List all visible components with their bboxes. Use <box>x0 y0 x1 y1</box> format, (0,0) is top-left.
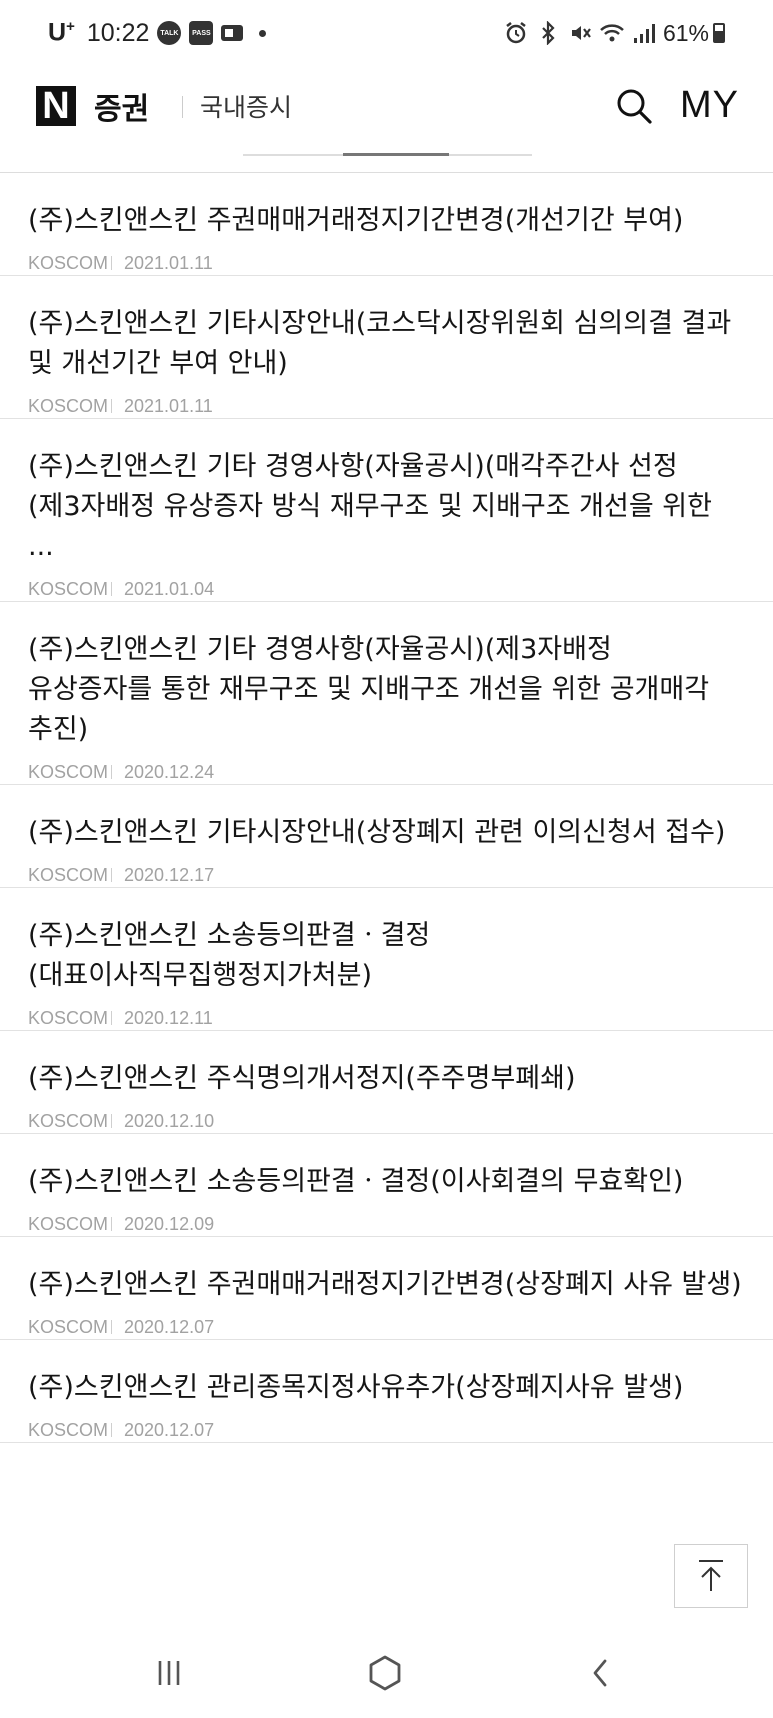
item-title: (주)스킨앤스킨 기타시장안내(코스닥시장위원회 심의의결 결과 및 개선기간 … <box>28 308 732 379</box>
item-date: 2020.12.07 <box>124 1419 215 1440</box>
search-icon <box>617 89 652 124</box>
scroll-to-top-button[interactable] <box>674 1544 748 1608</box>
vibrate-mute-icon <box>567 20 593 46</box>
system-nav-bar <box>0 1628 773 1718</box>
arrow-up-icon <box>699 1560 723 1591</box>
item-title: (주)스킨앤스킨 소송등의판결ㆍ결정(대표이사직무집행정지가처분) <box>28 920 431 991</box>
item-source: KOSCOM <box>28 1110 109 1131</box>
naver-logo[interactable]: N <box>36 86 76 126</box>
item-title: (주)스킨앤스킨 기타 경영사항(자율공시)(매각주간사 선정(제3자배정 유상… <box>28 451 712 562</box>
item-date: 2020.12.07 <box>124 1316 215 1337</box>
clock: 10:22 <box>86 18 150 47</box>
item-meta: KOSCOM 2021.01.11 <box>28 394 743 418</box>
disclosure-list: (주)스킨앤스킨 주권매매거래정지기간변경(개선기간 부여) KOSCOM 202… <box>0 173 773 1443</box>
pass-notification-icon: PASS <box>189 21 214 45</box>
header-divider <box>182 96 183 118</box>
item-meta: KOSCOM 2020.12.09 <box>28 1212 743 1236</box>
message-notification-icon <box>219 20 245 46</box>
item-title: (주)스킨앤스킨 주권매매거래정지기간변경(개선기간 부여) <box>28 205 684 236</box>
item-date: 2020.12.10 <box>124 1110 215 1131</box>
list-item[interactable]: (주)스킨앤스킨 소송등의판결ㆍ결정(이사회결의 무효확인) KOSCOM 202… <box>0 1134 773 1237</box>
carrier-label: U+ <box>48 18 75 47</box>
list-item[interactable]: (주)스킨앤스킨 소송등의판결ㆍ결정(대표이사직무집행정지가처분) KOSCOM… <box>0 888 773 1031</box>
list-item[interactable]: (주)스킨앤스킨 기타 경영사항(자율공시)(매각주간사 선정(제3자배정 유상… <box>0 419 773 602</box>
meta-divider <box>111 1423 113 1437</box>
signal-icon <box>631 20 657 46</box>
list-item[interactable]: (주)스킨앤스킨 관리종목지정사유추가(상장폐지사유 발생) KOSCOM 202… <box>0 1340 773 1443</box>
item-meta: KOSCOM 2020.12.11 <box>28 1006 743 1030</box>
recent-apps-icon <box>158 1661 180 1685</box>
item-meta: KOSCOM 2020.12.24 <box>28 760 743 784</box>
list-item[interactable]: (주)스킨앤스킨 기타시장안내(코스닥시장위원회 심의의결 결과 및 개선기간 … <box>0 276 773 419</box>
item-meta: KOSCOM 2020.12.17 <box>28 863 743 887</box>
item-source: KOSCOM <box>28 761 109 782</box>
more-notifications-dot <box>259 29 267 37</box>
meta-divider <box>111 765 113 779</box>
item-source: KOSCOM <box>28 1007 109 1028</box>
item-date: 2021.01.11 <box>124 252 213 273</box>
item-date: 2020.12.24 <box>124 761 215 782</box>
back-button[interactable] <box>576 1650 626 1696</box>
alarm-icon <box>503 20 529 46</box>
item-meta: KOSCOM 2021.01.04 <box>28 577 743 601</box>
status-bar: U+ 10:22 TALK PASS 61% <box>0 0 773 64</box>
app-header: N 증권 국내증시 MY <box>0 64 773 156</box>
recent-apps-button[interactable] <box>144 1650 194 1696</box>
meta-divider <box>111 1114 113 1128</box>
service-name[interactable]: 증권 <box>94 84 149 128</box>
status-bar-left: U+ 10:22 TALK PASS <box>48 16 267 50</box>
item-title: (주)스킨앤스킨 기타시장안내(상장폐지 관련 이의신청서 접수) <box>28 817 726 848</box>
item-date: 2021.01.04 <box>124 578 215 599</box>
list-item[interactable]: (주)스킨앤스킨 주권매매거래정지기간변경(개선기간 부여) KOSCOM 202… <box>0 173 773 276</box>
item-date: 2020.12.11 <box>124 1007 213 1028</box>
meta-divider <box>111 1011 113 1025</box>
battery-icon <box>713 23 725 43</box>
item-source: KOSCOM <box>28 864 109 885</box>
item-title: (주)스킨앤스킨 주식명의개서정지(주주명부폐쇄) <box>28 1063 576 1094</box>
kakaotalk-notification-icon: TALK <box>157 21 182 45</box>
item-meta: KOSCOM 2021.01.11 <box>28 251 743 275</box>
meta-divider <box>111 868 113 882</box>
bluetooth-icon <box>535 20 561 46</box>
search-button[interactable] <box>614 86 654 126</box>
item-title: (주)스킨앤스킨 소송등의판결ㆍ결정(이사회결의 무효확인) <box>28 1166 684 1197</box>
item-source: KOSCOM <box>28 1316 109 1337</box>
my-button[interactable]: MY <box>680 84 739 127</box>
back-icon <box>593 1659 607 1687</box>
meta-divider <box>111 582 113 596</box>
list-item[interactable]: (주)스킨앤스킨 주식명의개서정지(주주명부폐쇄) KOSCOM 2020.12.… <box>0 1031 773 1134</box>
item-title: (주)스킨앤스킨 관리종목지정사유추가(상장폐지사유 발생) <box>28 1372 684 1403</box>
item-date: 2020.12.09 <box>124 1213 215 1234</box>
wifi-icon <box>599 20 625 46</box>
item-source: KOSCOM <box>28 578 109 599</box>
battery-percent: 61% <box>662 19 709 46</box>
meta-divider <box>111 256 113 270</box>
item-meta: KOSCOM 2020.12.10 <box>28 1109 743 1133</box>
section-title[interactable]: 국내증시 <box>200 88 292 124</box>
tab-scroll-thumb <box>343 153 449 156</box>
home-icon <box>369 1655 401 1691</box>
item-title: (주)스킨앤스킨 기타 경영사항(자율공시)(제3자배정 유상증자를 통한 재무… <box>28 634 710 745</box>
meta-divider <box>111 1320 113 1334</box>
list-item[interactable]: (주)스킨앤스킨 기타 경영사항(자율공시)(제3자배정 유상증자를 통한 재무… <box>0 602 773 785</box>
item-meta: KOSCOM 2020.12.07 <box>28 1418 743 1442</box>
list-item[interactable]: (주)스킨앤스킨 기타시장안내(상장폐지 관련 이의신청서 접수) KOSCOM… <box>0 785 773 888</box>
item-meta: KOSCOM 2020.12.07 <box>28 1315 743 1339</box>
item-date: 2020.12.17 <box>124 864 215 885</box>
meta-divider <box>111 399 113 413</box>
item-date: 2021.01.11 <box>124 395 213 416</box>
item-source: KOSCOM <box>28 395 109 416</box>
status-bar-right: 61% <box>497 16 725 50</box>
home-button[interactable] <box>360 1650 410 1696</box>
item-title: (주)스킨앤스킨 주권매매거래정지기간변경(상장폐지 사유 발생) <box>28 1269 742 1300</box>
item-source: KOSCOM <box>28 1419 109 1440</box>
list-item[interactable]: (주)스킨앤스킨 주권매매거래정지기간변경(상장폐지 사유 발생) KOSCOM… <box>0 1237 773 1340</box>
item-source: KOSCOM <box>28 1213 109 1234</box>
item-source: KOSCOM <box>28 252 109 273</box>
meta-divider <box>111 1217 113 1231</box>
